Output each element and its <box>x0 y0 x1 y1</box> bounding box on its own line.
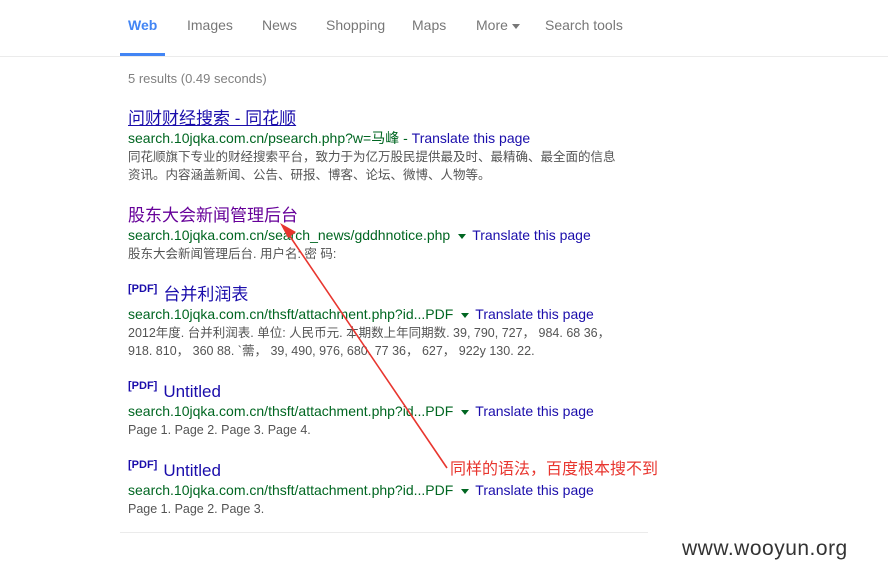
snippet-line: 股东大会新闻管理后台. 用户名: 密 码: <box>128 247 337 261</box>
tab-shopping[interactable]: Shopping <box>326 17 385 33</box>
pdf-badge: [PDF] <box>128 459 158 471</box>
search-tabs: Web Images News Shopping Maps More Searc… <box>0 0 888 57</box>
dropdown-arrow-icon[interactable] <box>461 312 470 318</box>
translate-link[interactable]: Translate this page <box>475 306 594 322</box>
search-result: 问财财经搜索 - 同花顺 search.10jqka.com.cn/psearc… <box>128 109 648 184</box>
search-result: 股东大会新闻管理后台 search.10jqka.com.cn/search_n… <box>128 206 648 263</box>
result-title-link[interactable]: 台并利润表 <box>163 285 248 305</box>
annotation-text: 同样的语法，百度根本搜不到 <box>450 461 659 478</box>
result-url: search.10jqka.com.cn/psearch.php?w=马峰 <box>128 130 400 146</box>
tab-web[interactable]: Web <box>128 17 157 33</box>
tab-news[interactable]: News <box>262 17 297 33</box>
result-snippet: 股东大会新闻管理后台. 用户名: 密 码: <box>128 245 648 263</box>
watermark: www.wooyun.org <box>682 537 848 560</box>
translate-link[interactable]: Translate this page <box>475 403 594 419</box>
chevron-down-icon <box>511 23 520 29</box>
dropdown-arrow-icon[interactable] <box>461 409 470 415</box>
result-stats: 5 results (0.49 seconds) <box>128 71 267 86</box>
snippet-line: 资讯。内容涵盖新闻、公告、研报、博客、论坛、微博、人物等。 <box>128 168 491 182</box>
result-url-line: search.10jqka.com.cn/search_news/gddhnot… <box>128 227 648 244</box>
result-title-link[interactable]: Untitled <box>163 382 221 402</box>
dropdown-arrow-icon[interactable] <box>461 488 470 494</box>
result-url: search.10jqka.com.cn/thsft/attachment.ph… <box>128 306 454 322</box>
translate-link[interactable]: Translate this page <box>472 227 591 243</box>
tab-search-tools[interactable]: Search tools <box>545 17 623 33</box>
dropdown-arrow-icon[interactable] <box>458 233 467 239</box>
snippet-line: 同花顺旗下专业的财经搜索平台，致力于为亿万股民提供最及时、最精确、最全面的信息 <box>128 150 616 164</box>
pdf-badge: [PDF] <box>128 380 158 392</box>
result-url-line: search.10jqka.com.cn/thsft/attachment.ph… <box>128 482 648 499</box>
result-snippet: Page 1. Page 2. Page 3. <box>128 500 648 518</box>
snippet-line: Page 1. Page 2. Page 3. Page 4. <box>128 423 311 437</box>
result-url-line: search.10jqka.com.cn/psearch.php?w=马峰 - … <box>128 130 648 147</box>
tab-more-label: More <box>476 17 508 33</box>
result-url: search.10jqka.com.cn/thsft/attachment.ph… <box>128 403 454 419</box>
snippet-line: Page 1. Page 2. Page 3. <box>128 502 265 516</box>
translate-link[interactable]: Translate this page <box>412 130 531 146</box>
divider <box>120 532 648 533</box>
result-url-line: search.10jqka.com.cn/thsft/attachment.ph… <box>128 306 648 323</box>
search-result: [PDF] 台并利润表 search.10jqka.com.cn/thsft/at… <box>128 283 648 360</box>
result-title-link[interactable]: 问财财经搜索 - 同花顺 <box>128 109 296 129</box>
result-url-line: search.10jqka.com.cn/thsft/attachment.ph… <box>128 403 648 420</box>
tab-images[interactable]: Images <box>187 17 233 33</box>
snippet-line: 2012年度. 台并利润表. 单位: 人民币元. 本期数上年同期数. 39, 7… <box>128 326 611 340</box>
search-result: [PDF] Untitled search.10jqka.com.cn/thsft… <box>128 380 648 439</box>
pdf-badge: [PDF] <box>128 283 158 295</box>
tab-more[interactable]: More <box>476 17 520 33</box>
result-snippet: Page 1. Page 2. Page 3. Page 4. <box>128 421 648 439</box>
translate-link[interactable]: Translate this page <box>475 482 594 498</box>
result-snippet: 同花顺旗下专业的财经搜索平台，致力于为亿万股民提供最及时、最精确、最全面的信息 … <box>128 148 648 184</box>
result-title-link[interactable]: Untitled <box>163 461 221 481</box>
tab-maps[interactable]: Maps <box>412 17 446 33</box>
result-url: search.10jqka.com.cn/search_news/gddhnot… <box>128 227 451 243</box>
result-url: search.10jqka.com.cn/thsft/attachment.ph… <box>128 482 454 498</box>
result-snippet: 2012年度. 台并利润表. 单位: 人民币元. 本期数上年同期数. 39, 7… <box>128 324 648 360</box>
snippet-line: 918. 810， 360 88. `薷， 39, 490, 976, 680.… <box>128 344 535 358</box>
separator: - <box>403 130 412 146</box>
result-title-link[interactable]: 股东大会新闻管理后台 <box>128 206 298 226</box>
active-tab-indicator <box>120 53 165 56</box>
